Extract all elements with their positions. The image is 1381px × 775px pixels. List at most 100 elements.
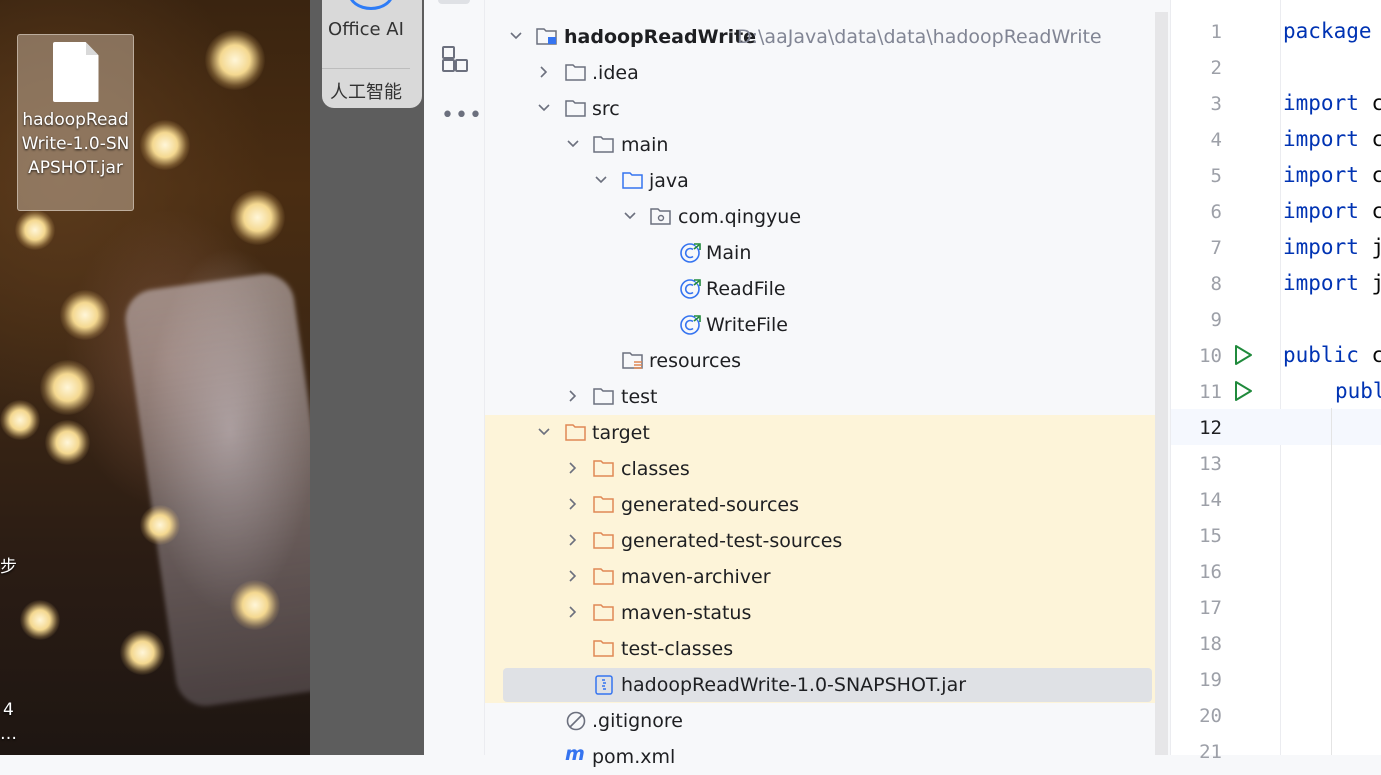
tree-item-readfile-class[interactable]: ReadFile [485,271,1155,307]
chevron-right-icon[interactable] [566,605,580,619]
run-gutter-icon[interactable] [1232,344,1254,366]
tree-item-gitignore[interactable]: .gitignore [485,703,1155,739]
chevron-down-icon[interactable] [509,29,523,43]
code-line[interactable]: 8 import j [1171,265,1381,301]
code-line[interactable]: 10 public c [1171,337,1381,373]
chevron-down-icon[interactable] [623,209,637,223]
chevron-right-icon[interactable] [537,65,551,79]
code-keyword: import c [1283,163,1381,187]
code-line[interactable]: 9 [1171,301,1381,337]
indent-guide [1331,408,1332,755]
code-line-current[interactable]: 12 [1171,409,1381,445]
code-keyword: import j [1283,271,1381,295]
code-line[interactable]: 1 package [1171,13,1381,49]
chevron-right-icon[interactable] [566,389,580,403]
tree-item-main-class[interactable]: Main [485,235,1155,271]
bokeh-light [60,290,110,340]
tree-item-label: maven-archiver [621,566,771,588]
tree-item-test[interactable]: test [485,379,1155,415]
tree-item-label: target [592,422,650,444]
code-line[interactable]: 6 import c [1171,193,1381,229]
office-ai-logo-icon [348,0,394,10]
chevron-down-icon[interactable] [537,101,551,115]
resources-folder-icon [622,350,644,370]
project-tree-scrollbar[interactable] [1155,12,1168,755]
chevron-down-icon[interactable] [594,173,608,187]
code-keyword: public c [1283,343,1381,367]
code-line[interactable]: 5 import c [1171,157,1381,193]
line-number: 4 [1210,129,1222,151]
code-line[interactable]: 2 [1171,49,1381,85]
tree-item-classes[interactable]: classes [485,451,1155,487]
chevron-right-icon[interactable] [566,569,580,583]
code-line[interactable]: 11 publ [1171,373,1381,409]
divider [322,68,410,69]
code-editor[interactable]: 1 package 2 3 import c 4 import c 5 import c… [1170,0,1381,763]
tree-item-generated-sources[interactable]: generated-sources [485,487,1155,523]
line-number: 9 [1210,309,1222,331]
excluded-folder-icon [593,494,615,514]
folder-icon [593,134,615,154]
code-line[interactable]: 17 [1171,589,1381,625]
code-line[interactable]: 7 import j [1171,229,1381,265]
tree-item-package[interactable]: com.qingyue [485,199,1155,235]
code-line[interactable]: 18 [1171,625,1381,661]
chevron-right-icon[interactable] [566,497,580,511]
bokeh-light [120,630,165,675]
tree-item-main[interactable]: main [485,127,1155,163]
more-icon[interactable]: ••• [441,105,483,127]
tree-item-pom[interactable]: m pom.xml [485,739,1155,775]
desktop-edge-text: 4 [3,700,14,720]
tree-item-label: generated-sources [621,494,799,516]
tree-item-java[interactable]: java [485,163,1155,199]
code-line[interactable]: 20 [1171,697,1381,733]
project-root-name: hadoopReadWrite [564,26,757,48]
line-number: 18 [1199,633,1222,655]
code-line[interactable]: 19 [1171,661,1381,697]
chevron-down-icon[interactable] [537,425,551,439]
desktop-jar-file-label: hadoopReadWrite-1.0-SNAPSHOT.jar [21,110,130,178]
run-gutter-icon[interactable] [1232,380,1254,402]
code-keyword: publ [1335,379,1381,403]
tree-item-maven-archiver[interactable]: maven-archiver [485,559,1155,595]
excluded-folder-icon [593,638,615,658]
chevron-down-icon[interactable] [566,137,580,151]
tree-item-test-classes[interactable]: test-classes [485,631,1155,667]
excluded-folder-icon [593,530,615,550]
desktop-edge-text: … [0,724,17,744]
tree-item-resources[interactable]: resources [485,343,1155,379]
code-line[interactable]: 3 import c [1171,85,1381,121]
tree-item-root[interactable]: hadoopReadWrite D:\aaJava\data\data\hado… [485,19,1155,55]
structure-icon[interactable] [440,44,468,72]
tree-item-label: java [649,170,689,192]
code-line[interactable]: 16 [1171,553,1381,589]
chevron-right-icon[interactable] [566,461,580,475]
folder-icon [593,386,615,406]
tree-item-label: hadoopReadWrite-1.0-SNAPSHOT.jar [621,674,967,696]
code-line[interactable]: 14 [1171,481,1381,517]
tree-item-writefile-class[interactable]: WriteFile [485,307,1155,343]
tree-item-jar[interactable]: hadoopReadWrite-1.0-SNAPSHOT.jar [485,667,1155,703]
office-ai-widget[interactable]: Office AI 人工智能 [322,0,422,108]
code-line[interactable]: 13 [1171,445,1381,481]
project-tool-button[interactable] [438,0,470,4]
tree-item-label: test-classes [621,638,734,660]
code-keyword: package [1283,19,1372,43]
desktop-jar-file[interactable]: hadoopReadWrite-1.0-SNAPSHOT.jar [17,34,134,211]
module-icon [536,26,558,46]
tree-item-maven-status[interactable]: maven-status [485,595,1155,631]
bokeh-light [140,505,180,545]
line-number: 11 [1199,381,1222,403]
window-gap [310,0,425,755]
tree-item-idea[interactable]: .idea [485,55,1155,91]
code-line[interactable]: 4 import c [1171,121,1381,157]
tree-item-src[interactable]: src [485,91,1155,127]
tree-item-label: com.qingyue [678,206,802,228]
tree-item-generated-test-sources[interactable]: generated-test-sources [485,523,1155,559]
tree-item-target[interactable]: target [485,415,1155,451]
office-ai-subtitle: 人工智能 [330,82,402,103]
code-line[interactable]: 15 [1171,517,1381,553]
package-icon [650,206,672,226]
code-line[interactable]: 21 [1171,733,1381,769]
chevron-right-icon[interactable] [566,533,580,547]
